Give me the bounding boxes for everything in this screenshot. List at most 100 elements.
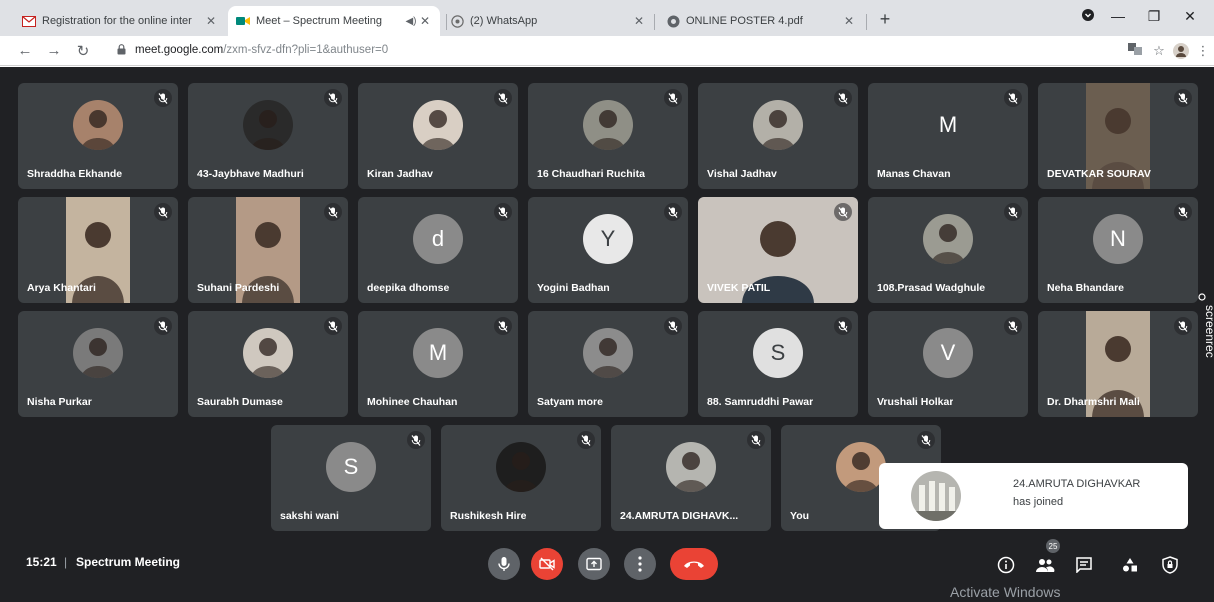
translate-icon[interactable] xyxy=(1126,43,1144,58)
mic-off-icon xyxy=(747,431,765,449)
participant-avatar: S xyxy=(326,442,376,492)
clock-time: 15:21 xyxy=(26,555,57,569)
forward-icon[interactable]: → xyxy=(45,42,63,59)
participant-name: Mohinee Chauhan xyxy=(367,396,458,408)
mic-off-icon xyxy=(154,317,172,335)
camera-off-icon xyxy=(539,557,555,571)
participant-tile[interactable]: d deepika dhomse xyxy=(358,197,518,303)
tab-title: (2) WhatsApp xyxy=(470,15,538,27)
minimize-icon[interactable]: — xyxy=(1108,8,1128,24)
participant-name: 43-Jaybhave Madhuri xyxy=(197,168,304,180)
end-call-button[interactable] xyxy=(670,548,718,580)
participant-tile[interactable]: V Vrushali Holkar xyxy=(868,311,1028,417)
back-icon[interactable]: ← xyxy=(16,42,34,59)
mic-off-icon xyxy=(494,317,512,335)
participant-tile[interactable]: Dr. Dharmshri Mali xyxy=(1038,311,1198,417)
participant-tile[interactable]: S 88. Samruddhi Pawar xyxy=(698,311,858,417)
tab-whatsapp[interactable]: (2) WhatsApp ✕ xyxy=(442,6,654,36)
participant-avatar xyxy=(666,442,716,492)
chat-button[interactable] xyxy=(1074,555,1094,575)
people-button[interactable] xyxy=(1035,555,1055,575)
participant-tile[interactable]: 108.Prasad Wadghule xyxy=(868,197,1028,303)
activate-windows-watermark: Activate Windows xyxy=(950,584,1061,600)
participant-tile[interactable]: Y Yogini Badhan xyxy=(528,197,688,303)
participant-tile[interactable]: Arya Khantari xyxy=(18,197,178,303)
participant-tile[interactable]: Saurabh Dumase xyxy=(188,311,348,417)
bookmark-star-icon[interactable]: ☆ xyxy=(1150,43,1168,59)
camera-off-button[interactable] xyxy=(531,548,563,580)
screenrec-label: screenrec xyxy=(1203,305,1213,358)
url-field[interactable]: meet.google.com/zxm-sfvz-dfn?pli=1&authu… xyxy=(117,44,388,56)
participant-avatar: M xyxy=(413,328,463,378)
participant-name: Rushikesh Hire xyxy=(450,510,527,522)
participant-tile[interactable]: Satyam more xyxy=(528,311,688,417)
participant-tile[interactable]: Rushikesh Hire xyxy=(441,425,601,531)
info-icon xyxy=(997,556,1015,574)
participant-tile[interactable]: M Manas Chavan xyxy=(868,83,1028,189)
present-screen-button[interactable] xyxy=(578,548,610,580)
participant-tile[interactable]: DEVATKAR SOURAV xyxy=(1038,83,1198,189)
activities-button[interactable] xyxy=(1120,555,1140,575)
microphone-button[interactable] xyxy=(488,548,520,580)
mic-off-icon xyxy=(324,89,342,107)
participant-name: Vrushali Holkar xyxy=(877,396,954,408)
participant-tile[interactable]: Suhani Pardeshi xyxy=(188,197,348,303)
participant-name: Saurabh Dumase xyxy=(197,396,283,408)
participant-name: You xyxy=(790,510,810,522)
close-tab-icon[interactable]: ✕ xyxy=(418,14,432,28)
participant-tile[interactable]: VIVEK PATIL xyxy=(698,197,858,303)
join-notification: 24.AMRUTA DIGHAVKAR has joined xyxy=(879,463,1188,529)
close-tab-icon[interactable]: ✕ xyxy=(842,14,856,28)
participant-avatar: V xyxy=(923,328,973,378)
participant-tile[interactable]: Vishal Jadhav xyxy=(698,83,858,189)
meeting-title: Spectrum Meeting xyxy=(76,555,181,569)
participant-name: DEVATKAR SOURAV xyxy=(1047,168,1151,180)
tab-title: ONLINE POSTER 4.pdf xyxy=(686,15,803,27)
participant-tile[interactable]: Nisha Purkar xyxy=(18,311,178,417)
profile-menu-icon[interactable] xyxy=(1078,8,1098,25)
profile-avatar[interactable] xyxy=(1172,43,1190,62)
microphone-icon xyxy=(498,557,510,571)
participant-avatar xyxy=(413,100,463,150)
mic-off-icon xyxy=(664,89,682,107)
tab-pdf[interactable]: ONLINE POSTER 4.pdf ✕ xyxy=(658,6,864,36)
participant-tile[interactable]: 16 Chaudhari Ruchita xyxy=(528,83,688,189)
more-options-button[interactable] xyxy=(624,548,656,580)
participant-avatar xyxy=(583,100,633,150)
participant-tile[interactable]: Ssakshi wani xyxy=(271,425,431,531)
participant-tile[interactable]: N Neha Bhandare xyxy=(1038,197,1198,303)
activities-icon xyxy=(1123,558,1137,572)
restore-icon[interactable]: ❐ xyxy=(1144,8,1164,25)
participant-tile[interactable]: 43-Jaybhave Madhuri xyxy=(188,83,348,189)
participant-tile[interactable]: Shraddha Ekhande xyxy=(18,83,178,189)
participant-name: Vishal Jadhav xyxy=(707,168,777,180)
participant-avatar xyxy=(243,100,293,150)
url-path: /zxm-sfvz-dfn?pli=1&authuser=0 xyxy=(223,44,389,56)
mic-off-icon xyxy=(324,317,342,335)
participant-tile[interactable]: Kiran Jadhav xyxy=(358,83,518,189)
tab-meet[interactable]: Meet – Spectrum Meeting ◀) ✕ xyxy=(228,6,440,36)
mic-off-icon xyxy=(1004,89,1022,107)
participant-tile[interactable]: 24.AMRUTA DIGHAVK... xyxy=(611,425,771,531)
meet-icon xyxy=(236,14,250,28)
close-window-icon[interactable]: ✕ xyxy=(1180,8,1200,25)
gmail-icon xyxy=(22,14,36,28)
mic-off-icon xyxy=(834,89,852,107)
participant-tile[interactable]: M Mohinee Chauhan xyxy=(358,311,518,417)
browser-menu-icon[interactable]: ⋮ xyxy=(1194,43,1212,59)
close-tab-icon[interactable]: ✕ xyxy=(204,14,218,28)
host-controls-button[interactable] xyxy=(1160,555,1180,575)
participant-avatar: S xyxy=(753,328,803,378)
new-tab-button[interactable]: + xyxy=(874,9,896,30)
tab-registration[interactable]: Registration for the online inter ✕ xyxy=(14,6,226,36)
address-bar-row: ← → ↻ meet.google.com/zxm-sfvz-dfn?pli=1… xyxy=(0,36,1214,66)
reload-icon[interactable]: ↻ xyxy=(74,42,92,60)
participant-avatar: M xyxy=(938,112,958,137)
participant-name: Nisha Purkar xyxy=(27,396,92,408)
participant-name: deepika dhomse xyxy=(367,282,450,294)
meeting-info-button[interactable] xyxy=(996,555,1016,575)
mic-off-icon xyxy=(494,89,512,107)
participant-name: 88. Samruddhi Pawar xyxy=(707,396,814,408)
close-tab-icon[interactable]: ✕ xyxy=(632,14,646,28)
participant-name: VIVEK PATIL xyxy=(707,282,771,294)
